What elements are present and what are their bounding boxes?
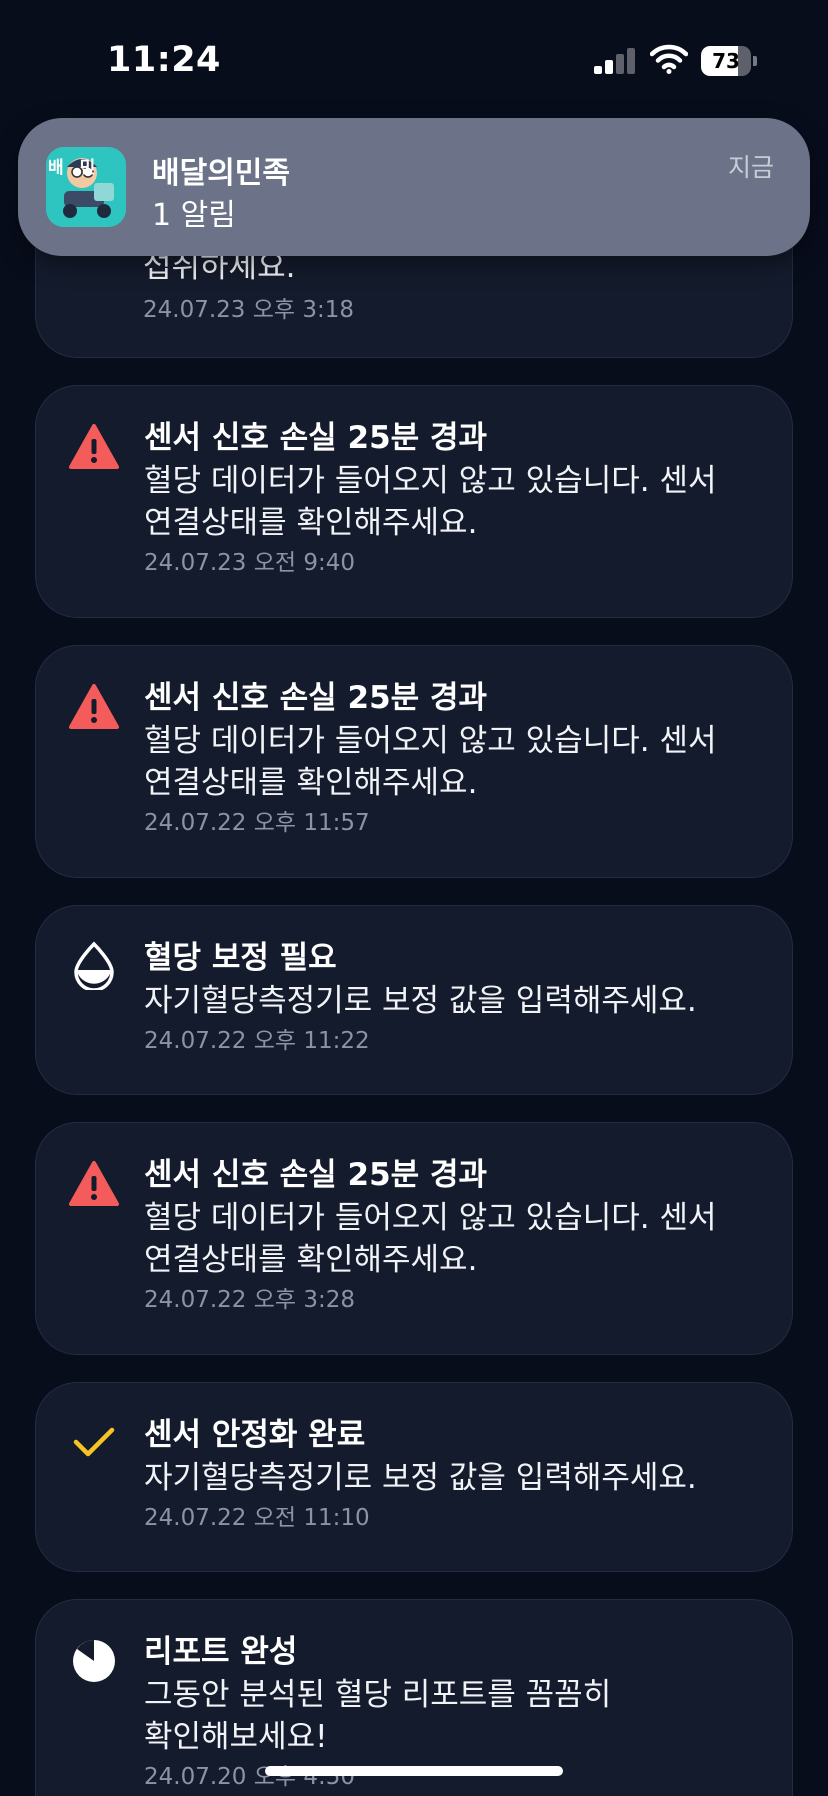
- notification-title: 센서 안정화 완료: [144, 1417, 366, 1453]
- notification-body-line: 연결상태를 확인해주세요.: [144, 1242, 478, 1278]
- notification-body-line: 자기혈당측정기로 보정 값을 입력해주세요.: [144, 1460, 697, 1496]
- signal-bar: [605, 60, 613, 74]
- wifi-icon: [649, 44, 689, 74]
- notification-date: 24.07.23 오후 3:18: [143, 297, 355, 323]
- notification-date: 24.07.22 오후 11:22: [144, 1028, 370, 1054]
- banner-notification[interactable]: 배민 배달의민족 1 알림 지금: [18, 118, 810, 256]
- notification-card[interactable]: 혈당 보정 필요 자기혈당측정기로 보정 값을 입력해주세요. 24.07.22…: [35, 905, 793, 1095]
- home-indicator[interactable]: [265, 1766, 563, 1776]
- notification-body-line: 혈당 데이터가 들어오지 않고 있습니다. 센서: [144, 1200, 717, 1236]
- notification-title: 리포트 완성: [144, 1634, 298, 1670]
- notification-body-line: 그동안 분석된 혈당 리포트를 꼼꼼히: [144, 1677, 612, 1713]
- report-icon: [69, 1636, 119, 1686]
- notification-body-line: 연결상태를 확인해주세요.: [144, 765, 478, 801]
- notification-title: 센서 신호 손실 25분 경과: [144, 680, 487, 716]
- banner-message: 1 알림: [152, 198, 236, 233]
- warning-icon: [69, 422, 119, 472]
- signal-bar: [594, 66, 602, 74]
- notification-body-line: 연결상태를 확인해주세요.: [144, 505, 478, 541]
- battery-level: 73: [712, 49, 740, 73]
- notification-card[interactable]: 센서 신호 손실 25분 경과 혈당 데이터가 들어오지 않고 있습니다. 센서…: [35, 645, 793, 878]
- notification-body-line: 확인해보세요!: [144, 1719, 328, 1755]
- notification-date: 24.07.22 오후 3:28: [144, 1287, 356, 1313]
- notification-body-line: 혈당 데이터가 들어오지 않고 있습니다. 센서: [144, 463, 717, 499]
- battery-tip: [753, 56, 757, 66]
- signal-bar: [616, 54, 624, 74]
- warning-icon: [69, 682, 119, 732]
- battery-body: 73: [701, 46, 751, 76]
- banner-app-name: 배달의민족: [152, 156, 290, 191]
- signal-bar: [627, 48, 635, 74]
- notification-date: 24.07.23 오전 9:40: [144, 550, 356, 576]
- banner-time: 지금: [727, 153, 774, 182]
- battery-icon: 73: [701, 46, 757, 76]
- notification-date: 24.07.22 오전 11:10: [144, 1505, 370, 1531]
- notification-card[interactable]: 센서 신호 손실 25분 경과 혈당 데이터가 들어오지 않고 있습니다. 센서…: [35, 385, 793, 618]
- screen: 섭취하세요. 24.07.23 오후 3:18 센서 신호 손실 25분 경과 …: [0, 0, 828, 1796]
- notification-card[interactable]: 센서 안정화 완료 자기혈당측정기로 보정 값을 입력해주세요. 24.07.2…: [35, 1382, 793, 1572]
- notification-title: 센서 신호 손실 25분 경과: [144, 420, 487, 456]
- notification-card[interactable]: 센서 신호 손실 25분 경과 혈당 데이터가 들어오지 않고 있습니다. 센서…: [35, 1122, 793, 1355]
- app-icon: 배민: [46, 147, 126, 227]
- app-icon-text: 배민: [48, 158, 112, 178]
- warning-icon: [69, 1159, 119, 1209]
- notification-body-line: 자기혈당측정기로 보정 값을 입력해주세요.: [144, 983, 697, 1019]
- cellular-signal-icon: [594, 48, 636, 74]
- notification-body-line: 혈당 데이터가 들어오지 않고 있습니다. 센서: [144, 723, 717, 759]
- checkmark-icon: [69, 1417, 119, 1467]
- notification-title: 혈당 보정 필요: [144, 940, 337, 976]
- notification-date: 24.07.22 오후 11:57: [144, 810, 370, 836]
- blood-drop-icon: [69, 940, 119, 992]
- status-bar: 11:24 73: [0, 0, 828, 110]
- notification-title: 센서 신호 손실 25분 경과: [144, 1157, 487, 1193]
- status-time: 11:24: [107, 40, 221, 80]
